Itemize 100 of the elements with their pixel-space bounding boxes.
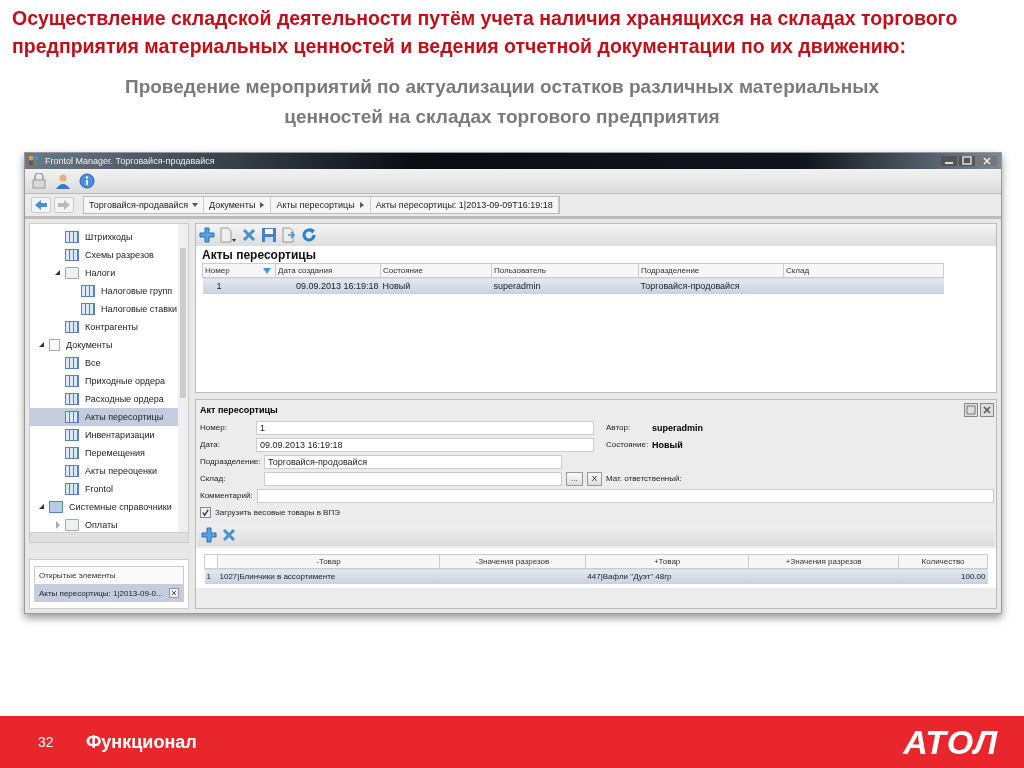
tree-item[interactable]: Акты пересортицы [30,408,178,426]
sys-icon [49,501,63,513]
field-label: Дата: [200,440,221,449]
column-header[interactable]: Номер [202,263,276,278]
table-cell: 1 [216,281,222,291]
user-icon[interactable] [55,173,71,189]
close-icon[interactable] [980,403,994,417]
delete-icon[interactable] [221,527,237,543]
column-header[interactable]: Пользователь [491,263,639,278]
column-header[interactable]: -Значения разрезов [439,554,586,569]
add-icon[interactable] [199,227,215,243]
checkbox[interactable] [200,507,211,518]
tree-item[interactable]: Акты переоценки [30,462,178,480]
expander-icon[interactable] [38,503,46,511]
field-label: Комментарий: [200,491,253,500]
doc-icon [49,339,60,351]
division-field[interactable]: Торговайся-продовайся [264,454,562,469]
document-icon[interactable] [219,227,237,243]
tree-item[interactable]: Frontol [30,480,178,498]
open-element-item[interactable]: Акты пересортицы: 1|2013-09-0... [34,585,184,602]
refresh-icon[interactable] [301,227,317,243]
close-icon[interactable] [169,588,179,598]
tree-item[interactable]: Приходные ордера [30,372,178,390]
chevron-icon[interactable] [358,202,365,208]
tree-item[interactable]: Оплаты [30,516,178,532]
table-row[interactable]: 1 1027|Блинчики в ассортименте 447|Вафли "Дуэт" 48гр 100.00 [204,568,988,584]
back-icon[interactable] [31,197,51,213]
column-header[interactable]: Количество [898,554,988,569]
dropdown-icon[interactable] [192,202,198,208]
tree-item[interactable]: Схемы разрезов [30,246,178,264]
tree-item[interactable]: Налоги [30,264,178,282]
table-icon [65,357,79,369]
tree-item[interactable]: Документы [30,336,178,354]
breadcrumb[interactable]: Акты пересортицы: 1|2013-09-09T16:19:18 [370,197,559,213]
delete-icon[interactable] [241,227,257,243]
date-field[interactable]: 09.09.2013 16:19:18 [256,437,594,452]
expander-icon[interactable] [54,269,62,277]
table-icon [65,321,79,333]
maximize-icon[interactable] [964,403,978,417]
slide-subtitle: Проведение мероприятий по актуализации остатков различных материальных ценностей на складах торгового предприятия [124,75,880,129]
export-icon[interactable] [281,227,297,243]
info-icon[interactable] [79,173,95,189]
table-icon [65,447,79,459]
table-icon [65,375,79,387]
tree-item[interactable]: Перемещения [30,444,178,462]
number-field[interactable]: 1 [256,420,594,435]
expander-icon[interactable] [38,341,46,349]
slide-title: Осуществление складской деятельности путём учета наличия хранящихся на складах торгового предприятия материальных ценностей и ведения отчетной документации по их движению: [11,6,959,59]
add-icon[interactable] [201,527,217,543]
save-icon[interactable] [261,227,277,243]
tree-item[interactable]: Системные справочники [30,498,178,516]
field-label: Состояние: [606,440,648,449]
column-header[interactable]: Склад [783,263,944,278]
warehouse-field[interactable] [264,471,562,486]
scrollbar[interactable] [29,533,189,543]
tree-item[interactable]: Штрихкоды [30,228,178,246]
table-cell: Новый [382,281,411,291]
scrollbar[interactable] [178,224,188,532]
table-icon [65,429,79,441]
table-cell: superadmin [493,281,541,291]
minimize-icon[interactable] [941,156,957,166]
table-cell: 1027|Блинчики в ассортименте [219,572,336,581]
window-title: Frontol Manager. Торговайся-продавайся [45,156,215,166]
breadcrumb[interactable]: Документы [204,197,272,213]
state-value: Новый [652,439,683,450]
tree-item[interactable]: Расходные ордера [30,390,178,408]
breadcrumb[interactable]: Торговайся-продавайся [84,197,204,213]
list-title: Акты пересортицы [201,247,317,263]
checkbox-label: Загрузить весовые товары в ВПЭ [215,508,340,517]
tree-item[interactable]: Контрагенты [30,318,178,336]
field-label: Подразделение: [200,457,260,466]
table-icon [81,285,95,297]
browse-button[interactable]: ... [566,471,583,486]
table-icon [65,483,79,495]
clear-button[interactable]: X [586,471,602,486]
footer-label: Функционал [86,731,197,753]
column-header[interactable]: +Значения разрезов [748,554,899,569]
tree-item[interactable]: Все [30,354,178,372]
comment-field[interactable] [256,488,994,503]
table-cell: 100.00 [961,572,986,581]
column-header[interactable]: Подразделение [638,263,784,278]
tree-item[interactable]: Налоговые ставки [30,300,178,318]
field-label: Мат. ответственный: [606,474,682,483]
breadcrumb[interactable]: Акты пересортицы [271,197,371,213]
column-header[interactable]: -Товар [217,554,440,569]
maximize-icon[interactable] [959,156,975,166]
folder-icon [65,267,79,279]
column-header[interactable]: +Товар [585,554,749,569]
table-cell: Торговайся-продовайся [640,281,740,291]
tree-item[interactable]: Инвентаризации [30,426,178,444]
column-header[interactable]: Состояние [380,263,492,278]
field-label: Склад: [200,474,227,483]
table-row[interactable]: 1 09.09.2013 16:19:18 Новый superadmin Торговайся-продовайся [202,277,944,294]
author-value: superadmin [652,422,703,433]
column-header[interactable]: Дата создания [275,263,381,278]
table-icon [65,465,79,477]
tree-item[interactable]: Налоговые групп [30,282,178,300]
chevron-icon[interactable] [259,202,266,208]
close-icon[interactable] [977,156,997,166]
lock-icon[interactable] [31,173,47,189]
